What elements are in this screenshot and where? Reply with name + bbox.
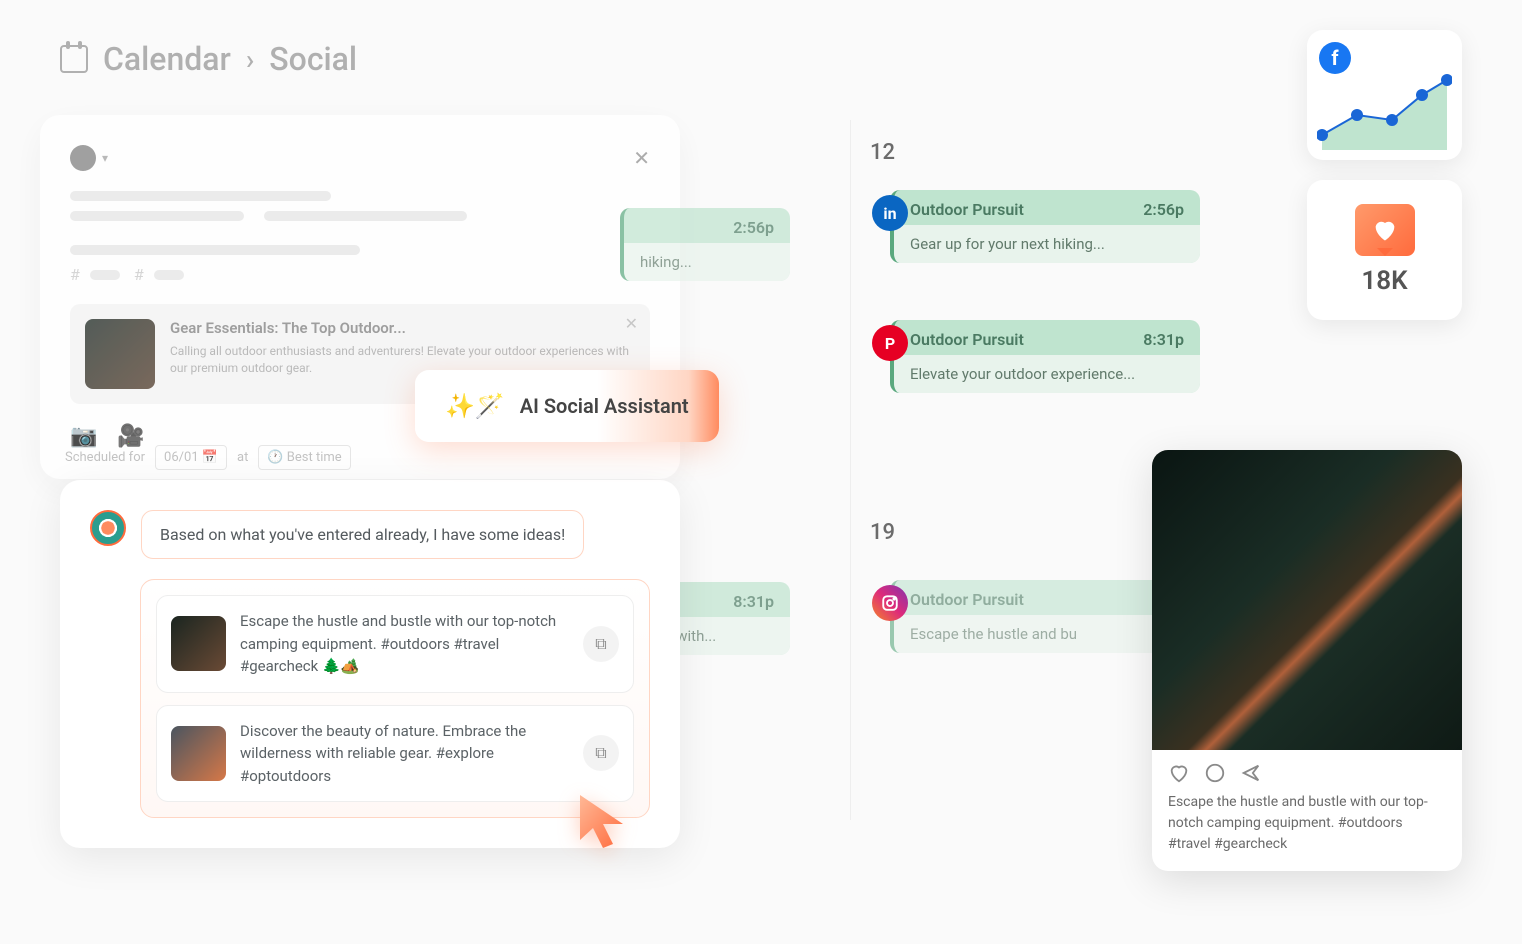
- ai-assistant-button[interactable]: ✨🪄 AI Social Assistant: [415, 370, 719, 442]
- suggestions-container: Escape the hustle and bustle with our to…: [140, 579, 650, 818]
- facebook-stats-card[interactable]: f: [1307, 30, 1462, 160]
- likes-count: 18K: [1361, 266, 1407, 296]
- copy-icon[interactable]: ⧉: [583, 626, 619, 662]
- breadcrumb[interactable]: Calendar › Social: [60, 40, 357, 78]
- cursor-icon: [575, 790, 635, 859]
- copy-icon[interactable]: ⧉: [583, 735, 619, 771]
- calendar-event-partial[interactable]: 2:56p hiking...: [620, 208, 790, 281]
- magic-wand-icon: ✨🪄: [445, 392, 505, 420]
- event-body: hiking...: [624, 243, 790, 281]
- close-icon[interactable]: ✕: [633, 146, 650, 170]
- heart-outline-icon[interactable]: [1168, 762, 1190, 784]
- suggestion-card[interactable]: Discover the beauty of nature. Embrace t…: [156, 705, 634, 803]
- event-title: Outdoor Pursuit: [910, 330, 1024, 349]
- skeleton-line: [70, 245, 360, 255]
- instagram-icon: [872, 585, 908, 621]
- remove-attachment-icon[interactable]: ✕: [625, 314, 638, 333]
- comment-icon[interactable]: [1204, 762, 1226, 784]
- suggestion-thumbnail: [171, 726, 226, 781]
- sparkline-chart: [1317, 65, 1452, 150]
- event-time: 8:31p: [733, 592, 774, 611]
- calendar-event[interactable]: Outdoor Pursuit 8:31p Elevate your outdoo…: [890, 320, 1200, 393]
- skeleton-tag: [154, 270, 184, 280]
- day-label-19: 19: [870, 520, 895, 545]
- pinterest-icon: P: [872, 325, 908, 361]
- schedule-at: at: [237, 450, 248, 465]
- share-icon[interactable]: [1240, 762, 1262, 784]
- heart-icon: [1355, 204, 1415, 256]
- event-title: Outdoor Pursuit: [910, 590, 1024, 609]
- calendar-event[interactable]: Outdoor Pursuit 2:56p Gear up for your ne…: [890, 190, 1200, 263]
- breadcrumb-social[interactable]: Social: [269, 40, 357, 78]
- chevron-right-icon: ›: [246, 43, 254, 76]
- preview-caption: Escape the hustle and bustle with our to…: [1152, 792, 1462, 871]
- skeleton-line: [70, 211, 244, 221]
- suggestion-thumbnail: [171, 616, 226, 671]
- ai-button-label: AI Social Assistant: [520, 394, 689, 418]
- event-body: Elevate your outdoor experience...: [894, 355, 1200, 393]
- event-time: 2:56p: [733, 218, 774, 237]
- event-time: 8:31p: [1143, 330, 1184, 349]
- schedule-row: Scheduled for 06/01 📅 at 🕐 Best time: [65, 445, 351, 470]
- column-divider: [850, 120, 851, 820]
- event-title: Outdoor Pursuit: [910, 200, 1024, 219]
- calendar-icon: [60, 45, 88, 73]
- suggestion-text: Discover the beauty of nature. Embrace t…: [240, 720, 569, 788]
- event-time: 2:56p: [1143, 200, 1184, 219]
- scheduled-label: Scheduled for: [65, 450, 145, 465]
- skeleton-tag: [90, 270, 120, 280]
- chevron-down-icon[interactable]: ▾: [102, 151, 108, 165]
- linkedin-icon: in: [872, 195, 908, 231]
- suggestion-card[interactable]: Escape the hustle and bustle with our to…: [156, 595, 634, 693]
- breadcrumb-calendar[interactable]: Calendar: [103, 40, 231, 78]
- assistant-intro: Based on what you've entered already, I …: [141, 510, 584, 559]
- assistant-avatar: [90, 510, 126, 546]
- skeleton-line: [264, 211, 467, 221]
- globe-icon[interactable]: [70, 145, 96, 171]
- attachment-thumbnail: [85, 319, 155, 389]
- post-preview-card[interactable]: Escape the hustle and bustle with our to…: [1152, 450, 1462, 871]
- skeleton-line: [70, 191, 331, 201]
- schedule-date[interactable]: 06/01 📅: [155, 445, 227, 470]
- schedule-time[interactable]: 🕐 Best time: [258, 445, 350, 470]
- likes-stats-card[interactable]: 18K: [1307, 180, 1462, 320]
- event-body: Gear up for your next hiking...: [894, 225, 1200, 263]
- attachment-title: Gear Essentials: The Top Outdoor...: [170, 319, 635, 337]
- preview-image: [1152, 450, 1462, 750]
- suggestion-text: Escape the hustle and bustle with our to…: [240, 610, 569, 678]
- day-label-12: 12: [870, 140, 895, 165]
